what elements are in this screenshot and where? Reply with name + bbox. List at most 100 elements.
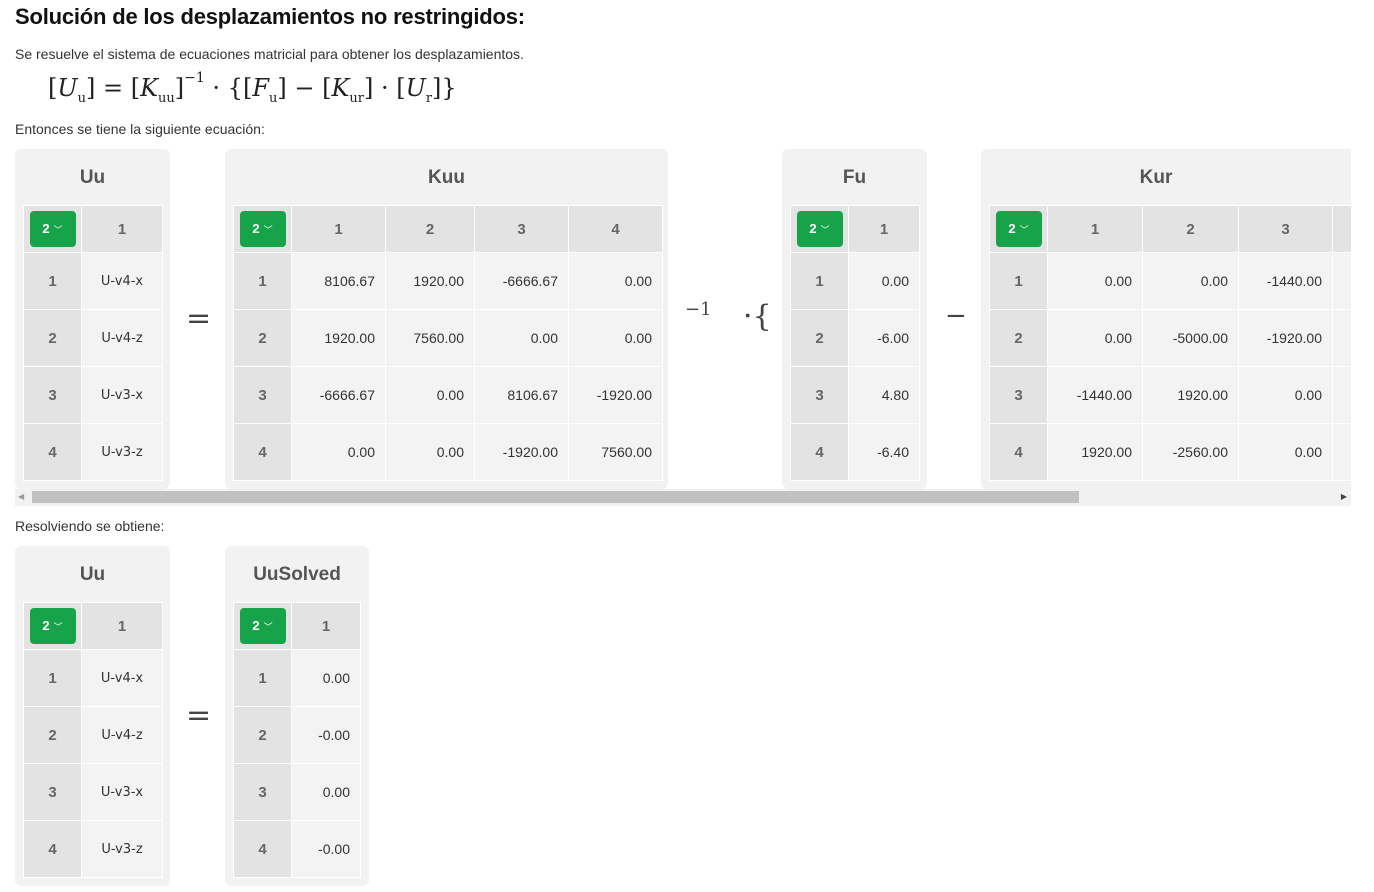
matrix-table: 2 ﹀ 1 1 U-v4-x 2 U-v4-z 3 U-v3-x 4 U-v3-z xyxy=(23,602,163,878)
section-title: Solución de los desplazamientos no restr… xyxy=(15,4,525,29)
matrix-cell[interactable]: -6.40 xyxy=(848,423,920,481)
row-header: 4 xyxy=(790,423,849,481)
matrix-cell[interactable]: 0.00 xyxy=(385,423,475,481)
column-header: 1 xyxy=(81,205,163,253)
matrix-cell[interactable]: 7560.00 xyxy=(385,309,475,367)
dimension-value: 2 xyxy=(252,221,260,236)
matrix-cell[interactable]: 8106.67 xyxy=(474,366,569,424)
matrix-equation-area: Uu 2 ﹀ 1 1 U-v4-x 2 U-v4-z 3 U-v3-x 4 U-v3-z = Kuu… xyxy=(15,149,1351,506)
matrix-row: 3 -6666.67 0.00 8106.67 -1920.00 xyxy=(233,366,663,424)
matrix-cell[interactable]: 4.80 xyxy=(848,366,920,424)
dimension-cell: 2 ﹀ xyxy=(989,205,1048,253)
matrix-cell[interactable]: 0.00 xyxy=(568,309,663,367)
row-header: 1 xyxy=(233,649,292,707)
matrix-table: 2 ﹀ 1 1 U-v4-x 2 U-v4-z 3 U-v3-x 4 U-v3-z xyxy=(23,205,163,481)
matrix-row: 3 U-v3-x xyxy=(23,366,163,424)
matrix-cell[interactable]: -0.00 xyxy=(291,706,361,764)
matrix-title: Uu xyxy=(79,564,106,585)
dimension-value: 2 xyxy=(1008,221,1016,236)
matrix-cell[interactable]: -1920.00 xyxy=(568,366,663,424)
equation-formula: [Uu] = [Kuu]−1 · {[Fu] − [Kur] · [Ur]} xyxy=(48,70,457,106)
matrix-cell[interactable]: -6666.67 xyxy=(291,366,386,424)
matrix-row: 1 8106.67 1920.00 -6666.67 0.00 xyxy=(233,252,663,310)
row-header: 4 xyxy=(233,423,292,481)
dimension-cell: 2 ﹀ xyxy=(23,602,82,650)
row-header: 3 xyxy=(790,366,849,424)
matrix-cell[interactable]: -1440.00 xyxy=(1238,252,1333,310)
column-header: 2 xyxy=(385,205,475,253)
matrix-cell[interactable]: -2560.00 xyxy=(1142,423,1239,481)
matrix-cell[interactable]: 0.00 xyxy=(1238,423,1333,481)
equals-sign: = xyxy=(186,698,212,733)
dimension-dropdown[interactable]: 2 ﹀ xyxy=(796,211,843,247)
matrix-cell[interactable]: 7560.00 xyxy=(568,423,663,481)
dimension-dropdown[interactable]: 2 ﹀ xyxy=(239,608,286,644)
matrix-cell[interactable]: 0.00 xyxy=(848,252,920,310)
matrix-title: UuSolved xyxy=(253,564,341,585)
matrix-cell[interactable]: -1440.00 xyxy=(1047,366,1143,424)
matrix-cell[interactable]: -5000.00 xyxy=(1142,309,1239,367)
matrix-cell[interactable]: 1920.00 xyxy=(291,309,386,367)
matrix-cell[interactable]: 0.00 xyxy=(291,423,386,481)
matrix-cell[interactable]: 0.00 xyxy=(1047,309,1143,367)
matrix-cell[interactable] xyxy=(1332,252,1351,310)
matrix-cell[interactable]: -6.00 xyxy=(848,309,920,367)
dimension-dropdown[interactable]: 2 ﹀ xyxy=(29,211,76,247)
matrix-cell[interactable]: U-v3-z xyxy=(81,423,163,481)
column-header: 1 xyxy=(1047,205,1143,253)
matrix-cell[interactable]: 0.00 xyxy=(568,252,663,310)
matrix-cell[interactable]: 0.00 xyxy=(291,649,361,707)
row-header: 4 xyxy=(233,820,292,878)
matrix-cell[interactable]: -1920.00 xyxy=(1238,309,1333,367)
matrix-cell[interactable]: 1920.00 xyxy=(1047,423,1143,481)
matrix-cell[interactable]: 0.00 xyxy=(385,366,475,424)
row-header: 2 xyxy=(790,309,849,367)
matrix-cell[interactable]: -6666.67 xyxy=(474,252,569,310)
row-header: 2 xyxy=(233,706,292,764)
matrix-cell[interactable]: 0.00 xyxy=(1238,366,1333,424)
dimension-dropdown[interactable]: 2 ﹀ xyxy=(29,608,76,644)
matrix-row: 2 U-v4-z xyxy=(23,706,163,764)
matrix-cell[interactable]: 8106.67 xyxy=(291,252,386,310)
matrix-cell[interactable]: 0.00 xyxy=(291,763,361,821)
matrix-cell[interactable] xyxy=(1332,309,1351,367)
matrix-cell[interactable]: U-v3-x xyxy=(81,763,163,821)
horizontal-scrollbar[interactable]: ◀ ▶ xyxy=(15,489,1351,506)
matrix-cell[interactable]: 0.00 xyxy=(474,309,569,367)
matrix-cell[interactable]: 0.00 xyxy=(1142,252,1239,310)
dimension-dropdown[interactable]: 2 ﹀ xyxy=(239,211,286,247)
matrix-cell[interactable] xyxy=(1332,423,1351,481)
matrix-cell[interactable]: -0.00 xyxy=(291,820,361,878)
matrix-uu-result: Uu 2 ﹀ 1 1 U-v4-x 2 U-v4-z 3 U-v3-x 4 U-v3-z xyxy=(15,546,170,886)
matrix-cell[interactable]: 1920.00 xyxy=(385,252,475,310)
matrix-cell[interactable]: U-v4-x xyxy=(81,649,163,707)
equation-intro-text: Entonces se tiene la siguiente ecuación: xyxy=(15,121,265,137)
matrix-cell[interactable]: U-v3-z xyxy=(81,820,163,878)
scroll-right-icon[interactable]: ▶ xyxy=(1341,492,1347,501)
chevron-down-icon: ﹀ xyxy=(263,622,273,632)
matrix-row: 2 -0.00 xyxy=(233,706,361,764)
matrix-cell[interactable]: U-v4-z xyxy=(81,706,163,764)
row-header: 1 xyxy=(790,252,849,310)
matrix-cell[interactable]: U-v3-x xyxy=(81,366,163,424)
matrix-row: 4 0.00 0.00 -1920.00 7560.00 xyxy=(233,423,663,481)
scrollbar-thumb[interactable] xyxy=(32,491,1079,503)
matrix-row: 2 U-v4-z xyxy=(23,309,163,367)
matrix-cell[interactable]: U-v4-z xyxy=(81,309,163,367)
row-header: 3 xyxy=(23,366,82,424)
matrix-cell[interactable] xyxy=(1332,366,1351,424)
matrix-cell[interactable]: 0.00 xyxy=(1047,252,1143,310)
matrix-cell[interactable]: -1920.00 xyxy=(474,423,569,481)
row-header: 4 xyxy=(23,423,82,481)
row-header: 3 xyxy=(233,763,292,821)
scroll-left-icon[interactable]: ◀ xyxy=(18,492,24,501)
matrix-cell[interactable]: 1920.00 xyxy=(1142,366,1239,424)
column-header: 1 xyxy=(291,602,361,650)
row-header: 3 xyxy=(23,763,82,821)
matrix-cell[interactable]: U-v4-x xyxy=(81,252,163,310)
description-text: Se resuelve el sistema de ecuaciones mat… xyxy=(15,46,524,62)
column-header: 1 xyxy=(848,205,920,253)
matrix-kuu: Kuu 2 ﹀ 1 2 3 4 1 8106.67 1920.00 -6666.67 0.00 2 19… xyxy=(225,149,668,489)
row-header: 1 xyxy=(233,252,292,310)
dimension-dropdown[interactable]: 2 ﹀ xyxy=(995,211,1042,247)
